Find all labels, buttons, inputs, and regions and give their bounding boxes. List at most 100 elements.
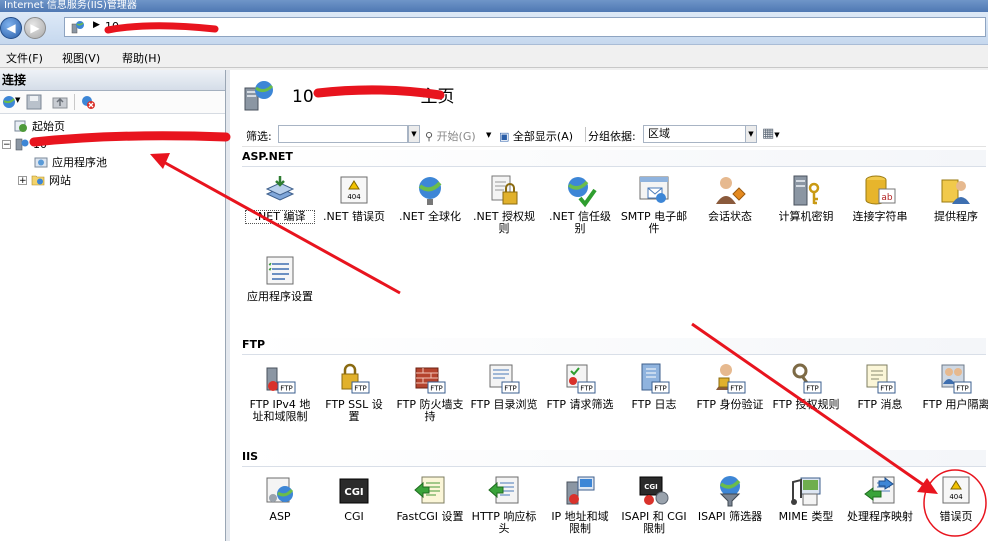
toolbar-divider — [74, 94, 75, 110]
feature-connection-strings[interactable]: ab 连接字符串 — [846, 174, 914, 223]
feature-session-state[interactable]: 会话状态 — [696, 174, 764, 223]
feature-smtp-email[interactable]: SMTP 电子邮件 — [620, 174, 688, 235]
tree-item-app-pools[interactable]: 应用程序池 — [34, 154, 107, 170]
group-by-dropdown-button[interactable]: ▼ — [745, 125, 757, 143]
ftp-badge: FTP — [956, 385, 968, 393]
server-globe-icon — [71, 21, 84, 34]
feature-label: FastCGI 设置 — [396, 510, 464, 523]
feature-error-pages[interactable]: 404 错误页 — [922, 474, 988, 523]
start-button-label: 开始(G) — [436, 130, 476, 143]
feature-label: .NET 全球化 — [399, 210, 461, 223]
ftp-badge: FTP — [504, 385, 516, 393]
menu-bar: 文件(F) 视图(V) 帮助(H) — [0, 45, 988, 68]
feature-ftp-firewall[interactable]: FTP FTP 防火墙支持 — [396, 362, 464, 423]
feature-net-error-pages[interactable]: 404 .NET 错误页 — [320, 174, 388, 223]
feature-handler-mappings[interactable]: 处理程序映射 — [846, 474, 914, 523]
feature-ftp-messages[interactable]: FTP FTP 消息 — [846, 362, 914, 411]
start-page-icon — [14, 120, 27, 132]
back-button[interactable]: ◀ — [0, 17, 22, 39]
menu-help[interactable]: 帮助(H) — [122, 50, 161, 66]
cgi-badge: CGI — [344, 487, 363, 498]
feature-label: ISAPI 筛选器 — [697, 510, 763, 523]
feature-label: 连接字符串 — [852, 210, 908, 223]
feature-label: HTTP 响应标头 — [471, 510, 537, 535]
filter-input[interactable] — [278, 125, 408, 143]
connections-pane: 连接 ▼ 起始页 − 10 应用程序池 + 网站 — [0, 70, 226, 541]
tree-item-start-page[interactable]: 起始页 — [14, 118, 65, 134]
address-segment[interactable]: 10 — [105, 20, 119, 33]
feature-ftp-request-filtering[interactable]: FTP FTP 请求筛选 — [546, 362, 614, 411]
user-session-icon — [716, 177, 746, 204]
show-all-label: 全部显示(A) — [512, 130, 574, 143]
feature-label: MIME 类型 — [778, 510, 834, 523]
feature-label: IP 地址和域限制 — [551, 510, 609, 535]
filter-bar: 筛选: ▼ ⚲ 开始(G) ▼ ▣ 全部显示(A) 分组依据: 区域 ▼ ▦▼ — [242, 124, 986, 147]
feature-app-settings[interactable]: 应用程序设置 — [246, 254, 314, 303]
feature-net-authorization[interactable]: .NET 授权规则 — [470, 174, 538, 235]
show-all-icon: ▣ — [499, 130, 510, 143]
group-by-label: 分组依据: — [588, 130, 636, 143]
feature-net-trust-level[interactable]: .NET 信任级别 — [546, 174, 614, 235]
feature-label: CGI — [344, 510, 364, 523]
fastcgi-icon — [414, 476, 445, 504]
error-page-icon: 404 — [942, 476, 970, 504]
menu-view[interactable]: 视图(V) — [62, 50, 100, 66]
feature-providers[interactable]: 提供程序 — [922, 174, 988, 223]
chevron-down-icon: ▼ — [774, 131, 780, 139]
feature-net-globalization[interactable]: .NET 全球化 — [396, 174, 464, 223]
feature-ftp-authorization[interactable]: FTP FTP 授权规则 — [772, 362, 840, 411]
address-input[interactable]: ▶ 10 — [64, 17, 986, 37]
section-header-aspnet: ASP.NET — [242, 150, 986, 167]
save-icon[interactable] — [26, 94, 42, 110]
feature-label: FTP IPv4 地址和域限制 — [249, 398, 311, 423]
view-grid-icon: ▦ — [762, 126, 775, 141]
feature-ip-domain-restrictions[interactable]: IP 地址和域限制 — [546, 474, 614, 535]
feature-ftp-ssl[interactable]: FTP FTP SSL 设置 — [320, 362, 388, 423]
feature-isapi-filters[interactable]: ISAPI 筛选器 — [696, 474, 764, 523]
menu-file[interactable]: 文件(F) — [6, 50, 43, 66]
filter-dropdown-button[interactable]: ▼ — [408, 125, 420, 143]
feature-label: 提供程序 — [934, 210, 978, 223]
feature-ftp-directory-browsing[interactable]: FTP FTP 目录浏览 — [470, 362, 538, 411]
feature-isapi-cgi-restrictions[interactable]: CGI ISAPI 和 CGI 限制 — [620, 474, 688, 535]
feature-mime-types[interactable]: MIME 类型 — [772, 474, 840, 523]
feature-ftp-user-isolation[interactable]: FTP FTP 用户隔离 — [922, 362, 988, 411]
feature-label: FTP 目录浏览 — [470, 398, 538, 411]
feature-asp[interactable]: ASP — [246, 474, 314, 523]
start-button[interactable]: ⚲ 开始(G) — [425, 128, 476, 144]
feature-label: 会话状态 — [708, 210, 752, 223]
feature-http-response-headers[interactable]: HTTP 响应标头 — [470, 474, 538, 535]
chevron-down-icon[interactable]: ▼ — [486, 131, 491, 139]
expand-icon[interactable]: + — [18, 175, 27, 185]
feature-label: FTP 防火墙支持 — [396, 398, 464, 423]
isapi-cgi-restriction-icon: CGI — [639, 476, 669, 505]
feature-fastcgi[interactable]: FastCGI 设置 — [396, 474, 464, 523]
isapi-filter-icon — [719, 476, 741, 507]
mime-types-icon — [791, 477, 821, 506]
page-title-suffix: 主页 — [420, 87, 455, 107]
feature-cgi[interactable]: CGI CGI — [320, 474, 388, 523]
section-header-iis: IIS — [242, 450, 986, 467]
disconnect-icon[interactable] — [80, 94, 96, 110]
provider-users-icon — [941, 179, 970, 204]
forward-button[interactable]: ▶ — [24, 17, 46, 39]
feature-net-compilation[interactable]: .NET 编译 — [245, 174, 315, 224]
collapse-icon[interactable]: − — [2, 139, 11, 149]
view-mode-button[interactable]: ▦▼ — [762, 126, 780, 141]
feature-label: SMTP 电子邮件 — [620, 210, 688, 235]
chevron-down-icon[interactable]: ▼ — [15, 96, 20, 104]
filter-label: 筛选: — [246, 130, 272, 143]
feature-machine-key[interactable]: 计算机密钥 — [772, 174, 840, 223]
ftp-ip-restriction-icon: FTP — [266, 367, 296, 394]
feature-ftp-authentication[interactable]: FTP FTP 身份验证 — [696, 362, 764, 411]
page-title-server: 10 — [292, 87, 314, 107]
group-by-select[interactable]: 区域 — [643, 125, 757, 143]
up-folder-icon[interactable] — [52, 94, 68, 110]
show-all-button[interactable]: ▣ 全部显示(A) — [499, 128, 573, 144]
tree-item-sites[interactable]: + 网站 — [18, 172, 71, 188]
ftp-user-isolation-icon: FTP — [941, 364, 972, 394]
feature-ftp-ipv4[interactable]: FTP FTP IPv4 地址和域限制 — [246, 362, 314, 423]
tree-item-server[interactable]: − 10 — [2, 136, 47, 152]
error-badge: 404 — [949, 493, 963, 501]
feature-ftp-logging[interactable]: FTP FTP 日志 — [620, 362, 688, 411]
